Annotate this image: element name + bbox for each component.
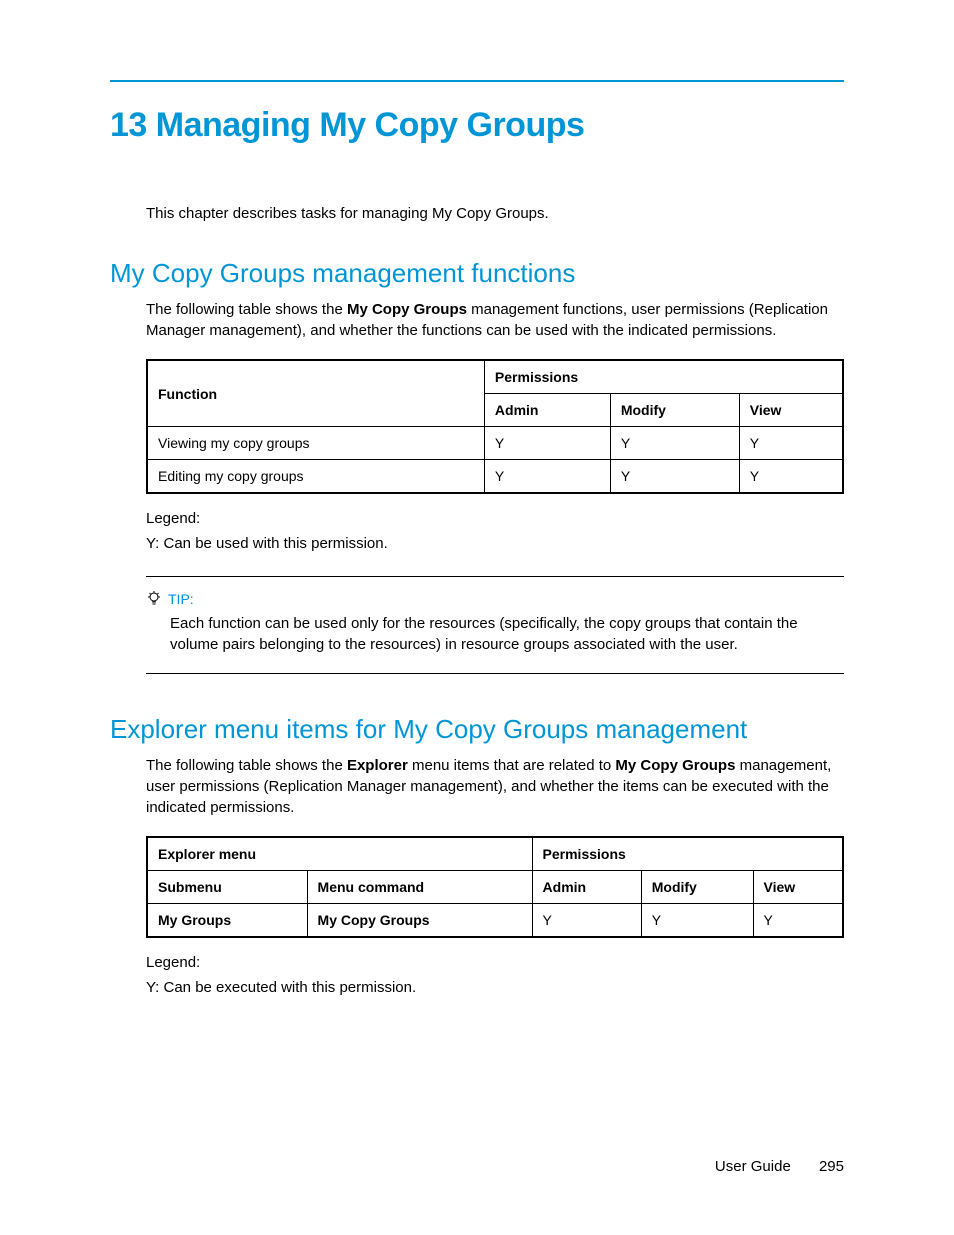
legend-text-2: Y: Can be executed with this permission. (146, 979, 844, 996)
text: menu items that are related to (408, 757, 616, 774)
col-command: Menu command (307, 871, 532, 904)
permissions-table-1: Function Permissions Admin Modify View V… (146, 359, 844, 494)
permissions-table-2: Explorer menu Permissions Submenu Menu c… (146, 836, 844, 938)
col-admin: Admin (484, 394, 610, 427)
cell-admin: Y (532, 904, 641, 938)
cell-fn: Editing my copy groups (147, 460, 484, 494)
legend-label-2: Legend: (146, 954, 844, 971)
table-row: Viewing my copy groups Y Y Y (147, 427, 843, 460)
section2-title: Explorer menu items for My Copy Groups m… (110, 714, 844, 745)
col-permissions: Permissions (532, 837, 843, 871)
section1-paragraph: The following table shows the My Copy Gr… (146, 299, 844, 341)
chapter-intro: This chapter describes tasks for managin… (146, 205, 844, 222)
top-rule (110, 80, 844, 82)
legend-label: Legend: (146, 510, 844, 527)
tip-header: TIP: (146, 591, 844, 607)
section1-title: My Copy Groups management functions (110, 258, 844, 289)
legend-text: Y: Can be used with this permission. (146, 535, 844, 552)
bold-text: Explorer (347, 757, 408, 774)
tip-body: Each function can be used only for the r… (170, 613, 844, 655)
text: The following table shows the (146, 301, 347, 318)
page-number: 295 (819, 1158, 844, 1175)
table-row: My Groups My Copy Groups Y Y Y (147, 904, 843, 938)
tip-block: TIP: Each function can be used only for … (146, 576, 844, 674)
cell-admin: Y (484, 427, 610, 460)
col-permissions: Permissions (484, 360, 843, 394)
tip-lightbulb-icon (146, 591, 162, 607)
col-explorer: Explorer menu (147, 837, 532, 871)
col-view: View (739, 394, 843, 427)
document-page: 13 Managing My Copy Groups This chapter … (0, 0, 954, 1235)
cell-view: Y (739, 427, 843, 460)
bold-text: My Copy Groups (347, 301, 467, 318)
col-view: View (753, 871, 843, 904)
bold-text: My Copy Groups (615, 757, 735, 774)
cell-admin: Y (484, 460, 610, 494)
chapter-title: 13 Managing My Copy Groups (110, 106, 844, 145)
cell-view: Y (753, 904, 843, 938)
doc-title: User Guide (715, 1158, 791, 1175)
cell-modify: Y (610, 460, 739, 494)
cell-modify: Y (610, 427, 739, 460)
text: The following table shows the (146, 757, 347, 774)
col-submenu: Submenu (147, 871, 307, 904)
cell-view: Y (739, 460, 843, 494)
cell-modify: Y (641, 904, 753, 938)
cell-submenu: My Groups (147, 904, 307, 938)
col-admin: Admin (532, 871, 641, 904)
cell-command: My Copy Groups (307, 904, 532, 938)
col-modify: Modify (610, 394, 739, 427)
table-row: Editing my copy groups Y Y Y (147, 460, 843, 494)
col-modify: Modify (641, 871, 753, 904)
section2-paragraph: The following table shows the Explorer m… (146, 755, 844, 818)
tip-label: TIP: (168, 591, 194, 607)
page-footer: User Guide 295 (715, 1158, 844, 1175)
cell-fn: Viewing my copy groups (147, 427, 484, 460)
col-function: Function (147, 360, 484, 427)
